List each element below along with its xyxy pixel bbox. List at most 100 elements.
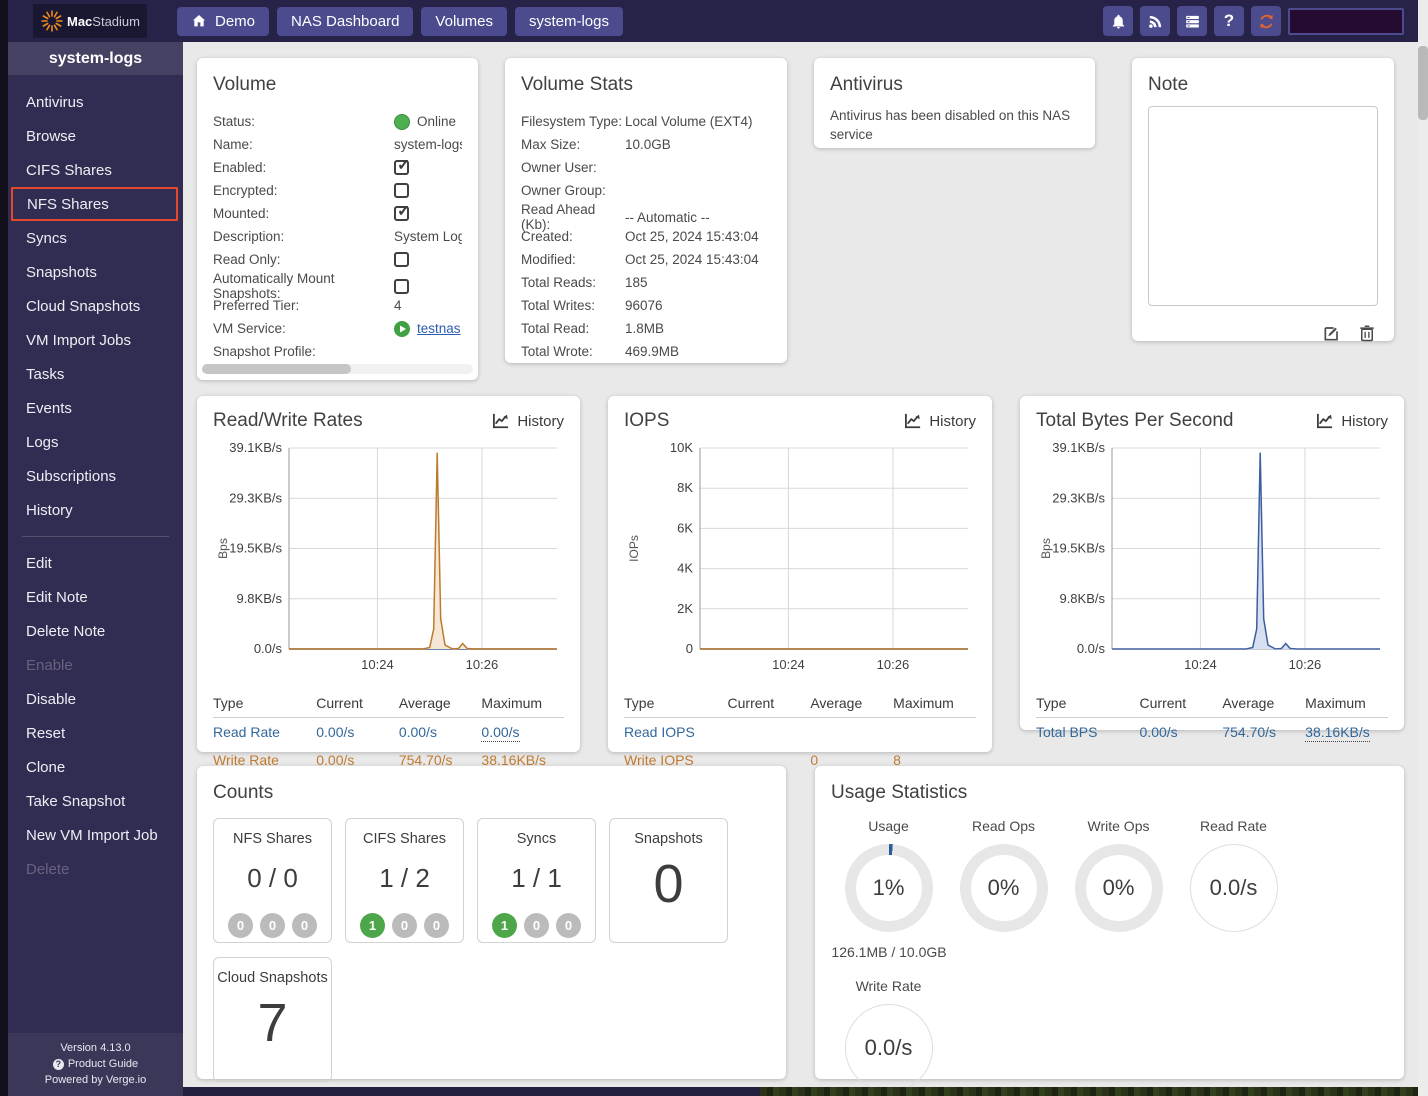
servers-icon [1185,15,1199,27]
stat-modified: Modified: Oct 25, 2024 15:43:04 [521,252,759,267]
sidebar-action-edit[interactable]: Edit [8,546,183,580]
sidebar-item-cloud-snapshots[interactable]: Cloud Snapshots [8,289,183,323]
field-read-only: Read Only: [213,248,462,271]
stat-owner-user: Owner User: [521,160,597,175]
svg-text:0.0/s: 0.0/s [1077,641,1106,656]
count-badge: 1 [360,913,385,938]
stat-total-wrote: Total Wrote: 469.9MB [521,344,680,359]
field-mounted: Mounted: [213,202,462,225]
sidebar-action-disable[interactable]: Disable [8,682,183,716]
svg-text:10:24: 10:24 [361,657,394,672]
iops-panel: IOPS History 0 2K 4K 6K 8K 10K 10:24 10:26 IOPs … [608,396,992,770]
gauge-usage: Usage 1% 126.1MB / 10.0GB [831,818,946,960]
sidebar-item-events[interactable]: Events [8,391,183,425]
sidebar-item-label: Browse [26,127,77,145]
sidebar-action-edit-note[interactable]: Edit Note [8,580,183,614]
search-input[interactable] [1288,7,1404,35]
powered-by-text: Powered by Verge.io [44,1074,147,1086]
tile-snapshots[interactable]: Snapshots 0 [609,818,728,943]
notifications-button[interactable] [1103,6,1133,36]
svg-text:39.1KB/s: 39.1KB/s [1052,440,1105,455]
sidebar-action-new-vm-import-job[interactable]: New VM Import Job [8,818,183,852]
note-textarea[interactable] [1148,106,1378,306]
sidebar-item-label: NFS Shares [27,195,109,213]
sidebar-item-browse[interactable]: Browse [8,119,183,153]
sidebar-item-label: CIFS Shares [26,161,112,179]
note-actions [1148,323,1378,343]
sidebar-item-subscriptions[interactable]: Subscriptions [8,459,183,493]
field-name: Name: system-logs [213,137,462,152]
svg-text:29.3KB/s: 29.3KB/s [1052,490,1105,505]
help-button[interactable]: ? [1214,6,1244,36]
mounted-checkbox[interactable] [394,206,410,221]
svg-text:Bps: Bps [216,538,230,559]
count-badge: 0 [524,913,549,938]
read-only-checkbox[interactable] [394,252,409,267]
breadcrumb-system-logs[interactable]: system-logs [514,6,623,36]
sidebar-action-take-snapshot[interactable]: Take Snapshot [8,784,183,818]
tile-nfs-shares[interactable]: NFS Shares 0 / 0 0 0 0 [213,818,332,943]
total-bps-chart: 0.0/s 9.8KB/s 19.5KB/s 29.3KB/s 39.1KB/s 10:2… [1039,440,1380,672]
sidebar-item-label: Enable [26,656,73,674]
refresh-button[interactable] [1251,6,1281,36]
edit-note-icon[interactable] [1322,323,1342,343]
sidebar-action-reset[interactable]: Reset [8,716,183,750]
read-write-history-link[interactable]: History [492,413,564,430]
iops-table: Type Current Average Maximum Read IOPS W… [624,689,976,774]
sidebar-item-label: Delete [26,860,70,878]
auto-mount-checkbox[interactable] [394,278,409,294]
history-label: History [929,412,976,430]
version-text: Version 4.13.0 [60,1042,131,1054]
sidebar-item-label: Cloud Snapshots [26,297,141,315]
tile-cifs-shares[interactable]: CIFS Shares 1 / 2 1 0 0 [345,818,464,943]
product-guide-link[interactable]: ? Product Guide [8,1056,183,1072]
sidebar-item-syncs[interactable]: Syncs [8,221,183,255]
iops-history-link[interactable]: History [904,413,976,430]
sidebar-item-vm-import-jobs[interactable]: VM Import Jobs [8,323,183,357]
encrypted-checkbox[interactable] [394,183,409,198]
history-chart-icon [905,413,921,429]
sidebar-item-antivirus[interactable]: Antivirus [8,85,183,119]
count-badge: 0 [424,913,449,938]
count-badge: 0 [260,913,285,938]
tile-cloud-snapshots[interactable]: Cloud Snapshots 7 [213,957,332,1082]
servers-button[interactable] [1177,6,1207,36]
history-label: History [517,412,564,430]
vm-service-link[interactable]: testnas [417,321,461,336]
svg-text:Bps: Bps [1039,538,1053,559]
svg-text:10:24: 10:24 [772,657,805,672]
sidebar-item-cifs-shares[interactable]: CIFS Shares [8,153,183,187]
sidebar-item-logs[interactable]: Logs [8,425,183,459]
tile-syncs[interactable]: Syncs 1 / 1 1 0 0 [477,818,596,943]
count-badge: 0 [392,913,417,938]
sidebar-item-snapshots[interactable]: Snapshots [8,255,183,289]
brand-text: MacStadium [67,13,140,29]
vertical-scrollbar-thumb[interactable] [1418,46,1428,120]
bottom-edge-navy [183,1087,760,1096]
enabled-checkbox[interactable] [394,160,410,175]
read-write-rates-panel: Read/Write Rates History 0.0/s 9.8KB/s 19.… [197,396,580,770]
total-bps-history-link[interactable]: History [1316,413,1388,430]
svg-text:10:24: 10:24 [1184,657,1217,672]
svg-text:39.1KB/s: 39.1KB/s [229,440,282,455]
sidebar-action-delete-note[interactable]: Delete Note [8,614,183,648]
sidebar-item-tasks[interactable]: Tasks [8,357,183,391]
stat-total-read: Total Read: 1.8MB [521,321,665,336]
read-write-rates-table: Type Current Average Maximum Read Rate 0… [213,689,564,774]
sidebar-item-history[interactable]: History [8,493,183,527]
breadcrumb-nas-dashboard[interactable]: NAS Dashboard [277,6,414,36]
iops-title: IOPS [624,410,670,431]
gauge-write-ops: Write Ops 0% [1061,818,1176,960]
feed-button[interactable] [1140,6,1170,36]
breadcrumb-volumes[interactable]: Volumes [421,6,507,36]
horizontal-scrollbar-thumb[interactable] [202,364,352,374]
desktop-wallpaper-sliver [760,1087,1428,1096]
macstadium-logo: MacStadium [33,4,147,38]
sidebar-action-delete: Delete [8,852,183,886]
sidebar-item-label: Clone [26,758,66,776]
breadcrumb-demo[interactable]: Demo [177,6,270,36]
sidebar-item-nfs-shares[interactable]: NFS Shares [11,187,178,221]
write-rate-circle: 0.0/s [844,1004,933,1087]
sidebar-action-clone[interactable]: Clone [8,750,183,784]
delete-note-icon[interactable] [1358,323,1376,343]
